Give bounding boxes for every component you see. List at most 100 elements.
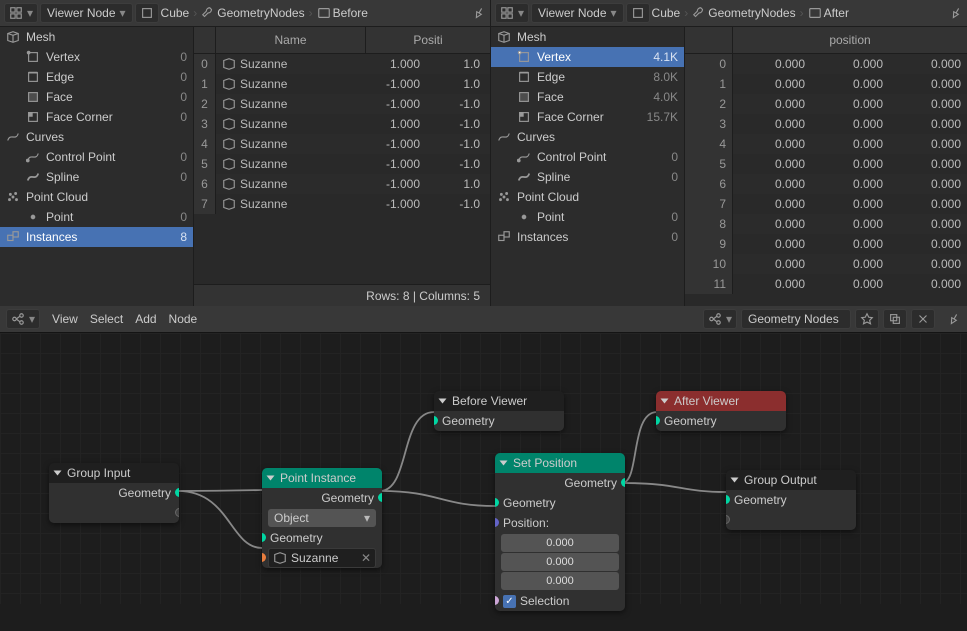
socket-geometry-out[interactable]: Geometry <box>495 473 625 493</box>
menu-add[interactable]: Add <box>135 312 156 326</box>
domain-point-cloud[interactable]: Point Cloud <box>0 187 193 207</box>
modifier-label[interactable]: GeometryNodes <box>217 6 304 20</box>
table-row[interactable]: 0 Suzanne 1.000 1.0 <box>194 54 490 74</box>
node-before-viewer[interactable]: Before Viewer Geometry <box>434 391 564 431</box>
table-row[interactable]: 10 0.000 0.000 0.000 <box>685 254 967 274</box>
instance-mode-dropdown[interactable]: Object▾ <box>268 509 376 527</box>
column-header-position[interactable]: Positi <box>366 27 490 53</box>
domain-mesh[interactable]: Mesh <box>491 27 684 47</box>
cell-name: Suzanne <box>216 94 366 114</box>
menu-select[interactable]: Select <box>90 312 123 326</box>
column-header-name[interactable]: Name <box>216 27 366 53</box>
menu-node[interactable]: Node <box>169 312 198 326</box>
table-row[interactable]: 1 Suzanne -1.000 1.0 <box>194 74 490 94</box>
node-group-input[interactable]: Group Input Geometry <box>49 463 179 523</box>
object-label[interactable]: Cube <box>652 6 681 20</box>
fake-user-icon[interactable] <box>855 309 879 329</box>
socket-geometry-out[interactable]: Geometry <box>49 483 179 503</box>
domain-control-point[interactable]: Control Point0 <box>491 147 684 167</box>
modifier-label[interactable]: GeometryNodes <box>708 6 795 20</box>
socket-selection-in[interactable]: Selection <box>495 591 625 611</box>
table-row[interactable]: 3 0.000 0.000 0.000 <box>685 114 967 134</box>
socket-position-in[interactable]: Position: <box>495 513 625 533</box>
socket-geometry-in[interactable]: Geometry <box>262 528 382 548</box>
unlink-icon[interactable] <box>911 309 935 329</box>
node-tree-name[interactable]: Geometry Nodes <box>741 309 851 329</box>
object-icon[interactable] <box>135 3 159 23</box>
table-row[interactable]: 6 Suzanne -1.000 1.0 <box>194 174 490 194</box>
socket-geometry-in[interactable]: Geometry <box>726 490 856 510</box>
object-icon[interactable] <box>626 3 650 23</box>
viewer-mode-dropdown[interactable]: Viewer Node▾ <box>40 3 133 23</box>
node-point-instance[interactable]: Point Instance Geometry Object▾ Geometry… <box>262 468 382 568</box>
table-row[interactable]: 2 Suzanne -1.000 -1.0 <box>194 94 490 114</box>
domain-vertex[interactable]: Vertex0 <box>0 47 193 67</box>
domain-vertex[interactable]: Vertex4.1K <box>491 47 684 67</box>
table-row[interactable]: 4 0.000 0.000 0.000 <box>685 134 967 154</box>
editor-type-icon[interactable]: ▾ <box>4 3 38 23</box>
duplicate-icon[interactable] <box>883 309 907 329</box>
domain-curves[interactable]: Curves <box>491 127 684 147</box>
socket-geometry-in[interactable]: Geometry <box>495 493 625 513</box>
table-row[interactable]: 8 0.000 0.000 0.000 <box>685 214 967 234</box>
table-row[interactable]: 9 0.000 0.000 0.000 <box>685 234 967 254</box>
domain-face[interactable]: Face0 <box>0 87 193 107</box>
object-label[interactable]: Cube <box>161 6 190 20</box>
node-editor: ▾ View Select Add Node ▾ Geometry Nodes … <box>0 306 967 604</box>
socket-geometry-in[interactable]: Geometry <box>434 411 564 431</box>
node-after-viewer[interactable]: After Viewer Geometry <box>656 391 786 431</box>
viewer-label[interactable]: Before <box>333 6 368 20</box>
socket-geometry-out[interactable]: Geometry <box>262 488 382 508</box>
table-row[interactable]: 7 0.000 0.000 0.000 <box>685 194 967 214</box>
clear-icon[interactable]: ✕ <box>361 551 371 565</box>
node-canvas[interactable]: Group Input Geometry Before Viewer Geome… <box>0 333 967 604</box>
domain-point[interactable]: Point0 <box>491 207 684 227</box>
domain-edge[interactable]: Edge0 <box>0 67 193 87</box>
table-row[interactable]: 11 0.000 0.000 0.000 <box>685 274 967 294</box>
editor-type-icon[interactable]: ▾ <box>495 3 529 23</box>
domain-curves[interactable]: Curves <box>0 127 193 147</box>
table-row[interactable]: 2 0.000 0.000 0.000 <box>685 94 967 114</box>
table-row[interactable]: 6 0.000 0.000 0.000 <box>685 174 967 194</box>
table-row[interactable]: 0 0.000 0.000 0.000 <box>685 54 967 74</box>
position-y-field[interactable]: 0.000 <box>501 553 619 571</box>
domain-face-corner[interactable]: Face Corner15.7K <box>491 107 684 127</box>
menu-view[interactable]: View <box>52 312 78 326</box>
pin-icon[interactable] <box>944 309 963 328</box>
node-set-position[interactable]: Set Position Geometry Geometry Position:… <box>495 453 625 611</box>
viewer-label[interactable]: After <box>824 6 849 20</box>
table-row[interactable]: 1 0.000 0.000 0.000 <box>685 74 967 94</box>
editor-type-icon[interactable]: ▾ <box>6 309 40 329</box>
position-z-field[interactable]: 0.000 <box>501 572 619 590</box>
domain-edge[interactable]: Edge8.0K <box>491 67 684 87</box>
domain-instances[interactable]: Instances0 <box>491 227 684 247</box>
spreadsheet-right: ▾ Viewer Node▾ Cube › GeometryNodes › Af… <box>490 0 967 306</box>
socket-geometry-in[interactable]: Geometry <box>656 411 786 431</box>
domain-spline[interactable]: Spline0 <box>491 167 684 187</box>
domain-face[interactable]: Face4.0K <box>491 87 684 107</box>
selection-checkbox[interactable] <box>503 595 516 608</box>
pin-icon[interactable] <box>469 3 488 22</box>
domain-point[interactable]: Point0 <box>0 207 193 227</box>
node-group-output[interactable]: Group Output Geometry <box>726 470 856 530</box>
socket-empty-out[interactable] <box>49 503 179 523</box>
domain-face-corner[interactable]: Face Corner0 <box>0 107 193 127</box>
column-header-position[interactable]: position <box>733 27 967 53</box>
viewer-mode-dropdown[interactable]: Viewer Node▾ <box>531 3 624 23</box>
table-row[interactable]: 5 Suzanne -1.000 -1.0 <box>194 154 490 174</box>
domain-instances[interactable]: Instances8 <box>0 227 193 247</box>
table-row[interactable]: 5 0.000 0.000 0.000 <box>685 154 967 174</box>
domain-point-cloud[interactable]: Point Cloud <box>491 187 684 207</box>
position-x-field[interactable]: 0.000 <box>501 534 619 552</box>
socket-object-in[interactable]: Suzanne✕ <box>262 548 382 568</box>
tree-type-icon[interactable]: ▾ <box>703 309 737 329</box>
socket-empty-in[interactable] <box>726 510 856 530</box>
domain-spline[interactable]: Spline0 <box>0 167 193 187</box>
pin-icon[interactable] <box>946 3 965 22</box>
row-index: 10 <box>685 254 733 274</box>
domain-mesh[interactable]: Mesh <box>0 27 193 47</box>
domain-control-point[interactable]: Control Point0 <box>0 147 193 167</box>
table-row[interactable]: 7 Suzanne -1.000 -1.0 <box>194 194 490 214</box>
table-row[interactable]: 4 Suzanne -1.000 -1.0 <box>194 134 490 154</box>
table-row[interactable]: 3 Suzanne 1.000 -1.0 <box>194 114 490 134</box>
